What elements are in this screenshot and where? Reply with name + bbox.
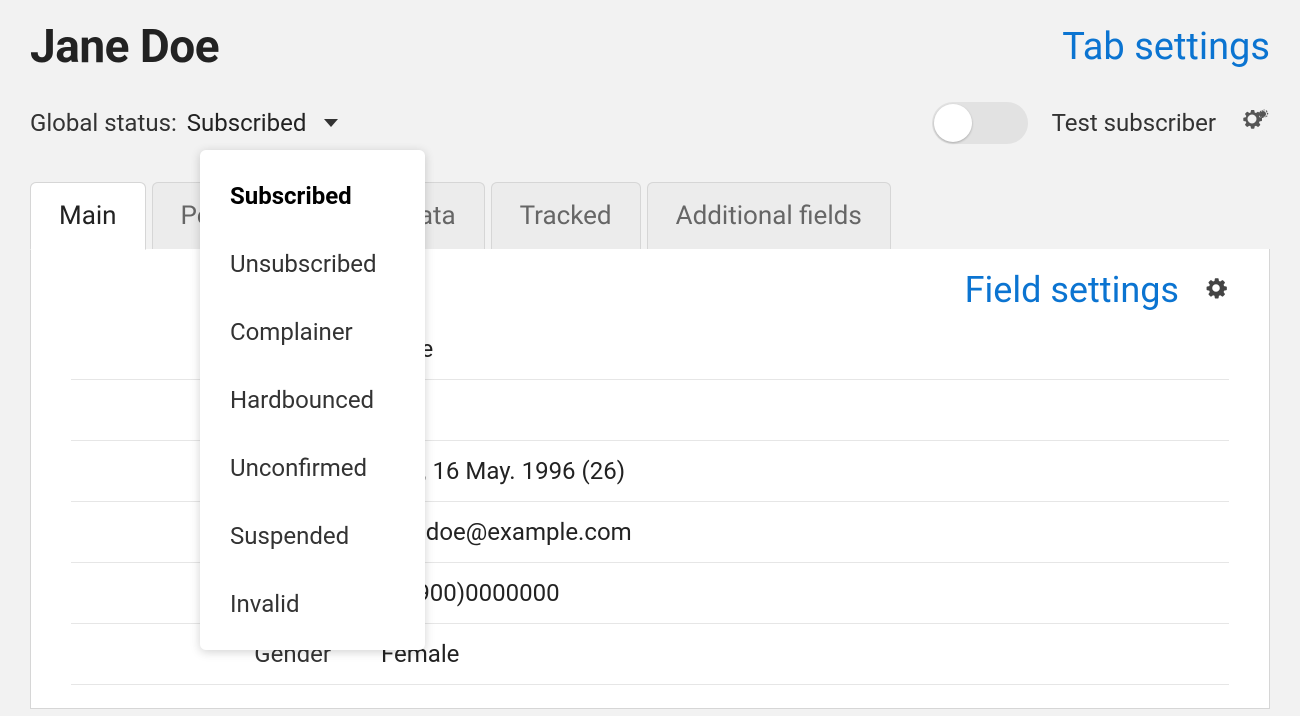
global-status-select[interactable]: Subscribed [187, 109, 339, 137]
tab-main[interactable]: Main [30, 182, 146, 250]
tab-settings-link[interactable]: Tab settings [1062, 25, 1270, 69]
dropdown-item-unsubscribed[interactable]: Unsubscribed [200, 230, 425, 298]
field-settings-link[interactable]: Field settings [965, 269, 1179, 311]
tab-tracked[interactable]: Tracked [491, 182, 641, 250]
page-title: Jane Doe [30, 20, 219, 74]
test-subscriber-toggle[interactable] [932, 102, 1028, 144]
toggle-knob [934, 104, 972, 142]
tab-label: Tracked [520, 201, 612, 231]
test-subscriber-label: Test subscriber [1052, 109, 1216, 137]
tab-label: Main [59, 201, 117, 231]
gear-icon[interactable] [1240, 106, 1270, 140]
dropdown-item-suspended[interactable]: Suspended [200, 502, 425, 570]
global-status-dropdown: Subscribed Unsubscribed Complainer Hardb… [200, 150, 425, 650]
dropdown-item-invalid[interactable]: Invalid [200, 570, 425, 638]
caret-down-icon [324, 119, 338, 127]
global-status: Global status: Subscribed [30, 109, 338, 137]
global-status-value: Subscribed [187, 109, 307, 137]
dropdown-item-hardbounced[interactable]: Hardbounced [200, 366, 425, 434]
dropdown-item-complainer[interactable]: Complainer [200, 298, 425, 366]
gear-icon[interactable] [1203, 275, 1229, 305]
dropdown-item-unconfirmed[interactable]: Unconfirmed [200, 434, 425, 502]
global-status-label: Global status: [30, 109, 177, 137]
dropdown-item-subscribed[interactable]: Subscribed [200, 162, 425, 230]
tab-label: Additional fields [676, 201, 862, 231]
tab-additional-fields[interactable]: Additional fields [647, 182, 891, 250]
